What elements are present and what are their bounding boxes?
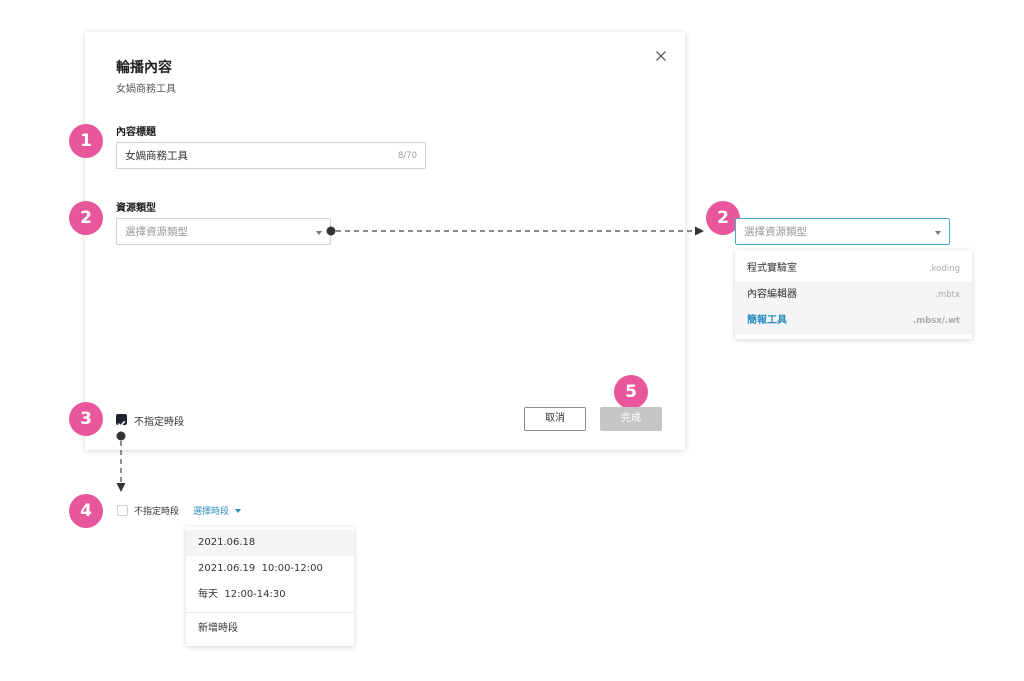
content-title-value: 女媧商務工具 [125,150,188,162]
resource-type-menu: 程式實驗室 .koding 內容編輯器 .mbtx 簡報工具 .mbsx/.wt [735,250,972,339]
no-time-slot-label: 不指定時段 [134,417,184,428]
character-counter: 8/70 [397,151,417,161]
flow-arrow-down [116,431,126,492]
resource-type-placeholder-open: 選擇資源類型 [744,226,807,238]
step-badge-1: 1 [69,124,103,158]
add-time-slot-option[interactable]: 新增時段 [186,616,354,642]
resource-type-placeholder: 選擇資源類型 [125,226,188,238]
time-slot-menu: 2021.06.18 2021.06.19 10:00-12:00 每天 12:… [186,527,354,646]
cancel-button[interactable]: 取消 [524,407,586,431]
no-time-slot-label-2: 不指定時段 [134,507,180,517]
no-time-slot-checkbox-unchecked[interactable] [117,505,128,516]
time-slot-option[interactable]: 每天 12:00-14:30 [186,582,354,608]
resource-option-koding[interactable]: 程式實驗室 .koding [735,256,972,282]
content-title-label: 內容標題 [116,127,156,138]
caret-down-icon [234,509,241,513]
step-badge-2: 2 [69,201,103,235]
content-title-input[interactable]: 女媧商務工具 8/70 [116,142,426,169]
close-icon[interactable] [653,48,669,64]
step-badge-4: 4 [69,494,103,528]
step-badge-3: 3 [69,402,103,436]
check-icon [117,420,126,427]
done-button[interactable]: 完成 [600,407,662,431]
caret-down-icon [316,231,322,235]
resource-type-select-open[interactable]: 選擇資源類型 [735,218,950,245]
no-time-slot-checkbox[interactable] [116,414,127,427]
time-slot-option[interactable]: 2021.06.19 10:00-12:00 [186,556,354,582]
flow-arrow-right [326,226,704,236]
resource-type-label: 資源類型 [116,203,156,214]
caret-down-icon [935,231,941,235]
dialog-title: 輪播內容 [116,60,172,76]
resource-option-mbtx[interactable]: 內容編輯器 .mbtx [735,282,972,308]
time-slot-option[interactable]: 2021.06.18 [186,530,354,556]
menu-divider [186,612,354,613]
select-time-slot-trigger[interactable]: 選擇時段 [193,504,241,517]
dialog-subtitle: 女媧商務工具 [116,84,176,95]
step-badge-5: 5 [614,375,648,409]
resource-type-select[interactable]: 選擇資源類型 [116,218,331,245]
resource-option-mbsx[interactable]: 簡報工具 .mbsx/.wt [735,308,972,334]
